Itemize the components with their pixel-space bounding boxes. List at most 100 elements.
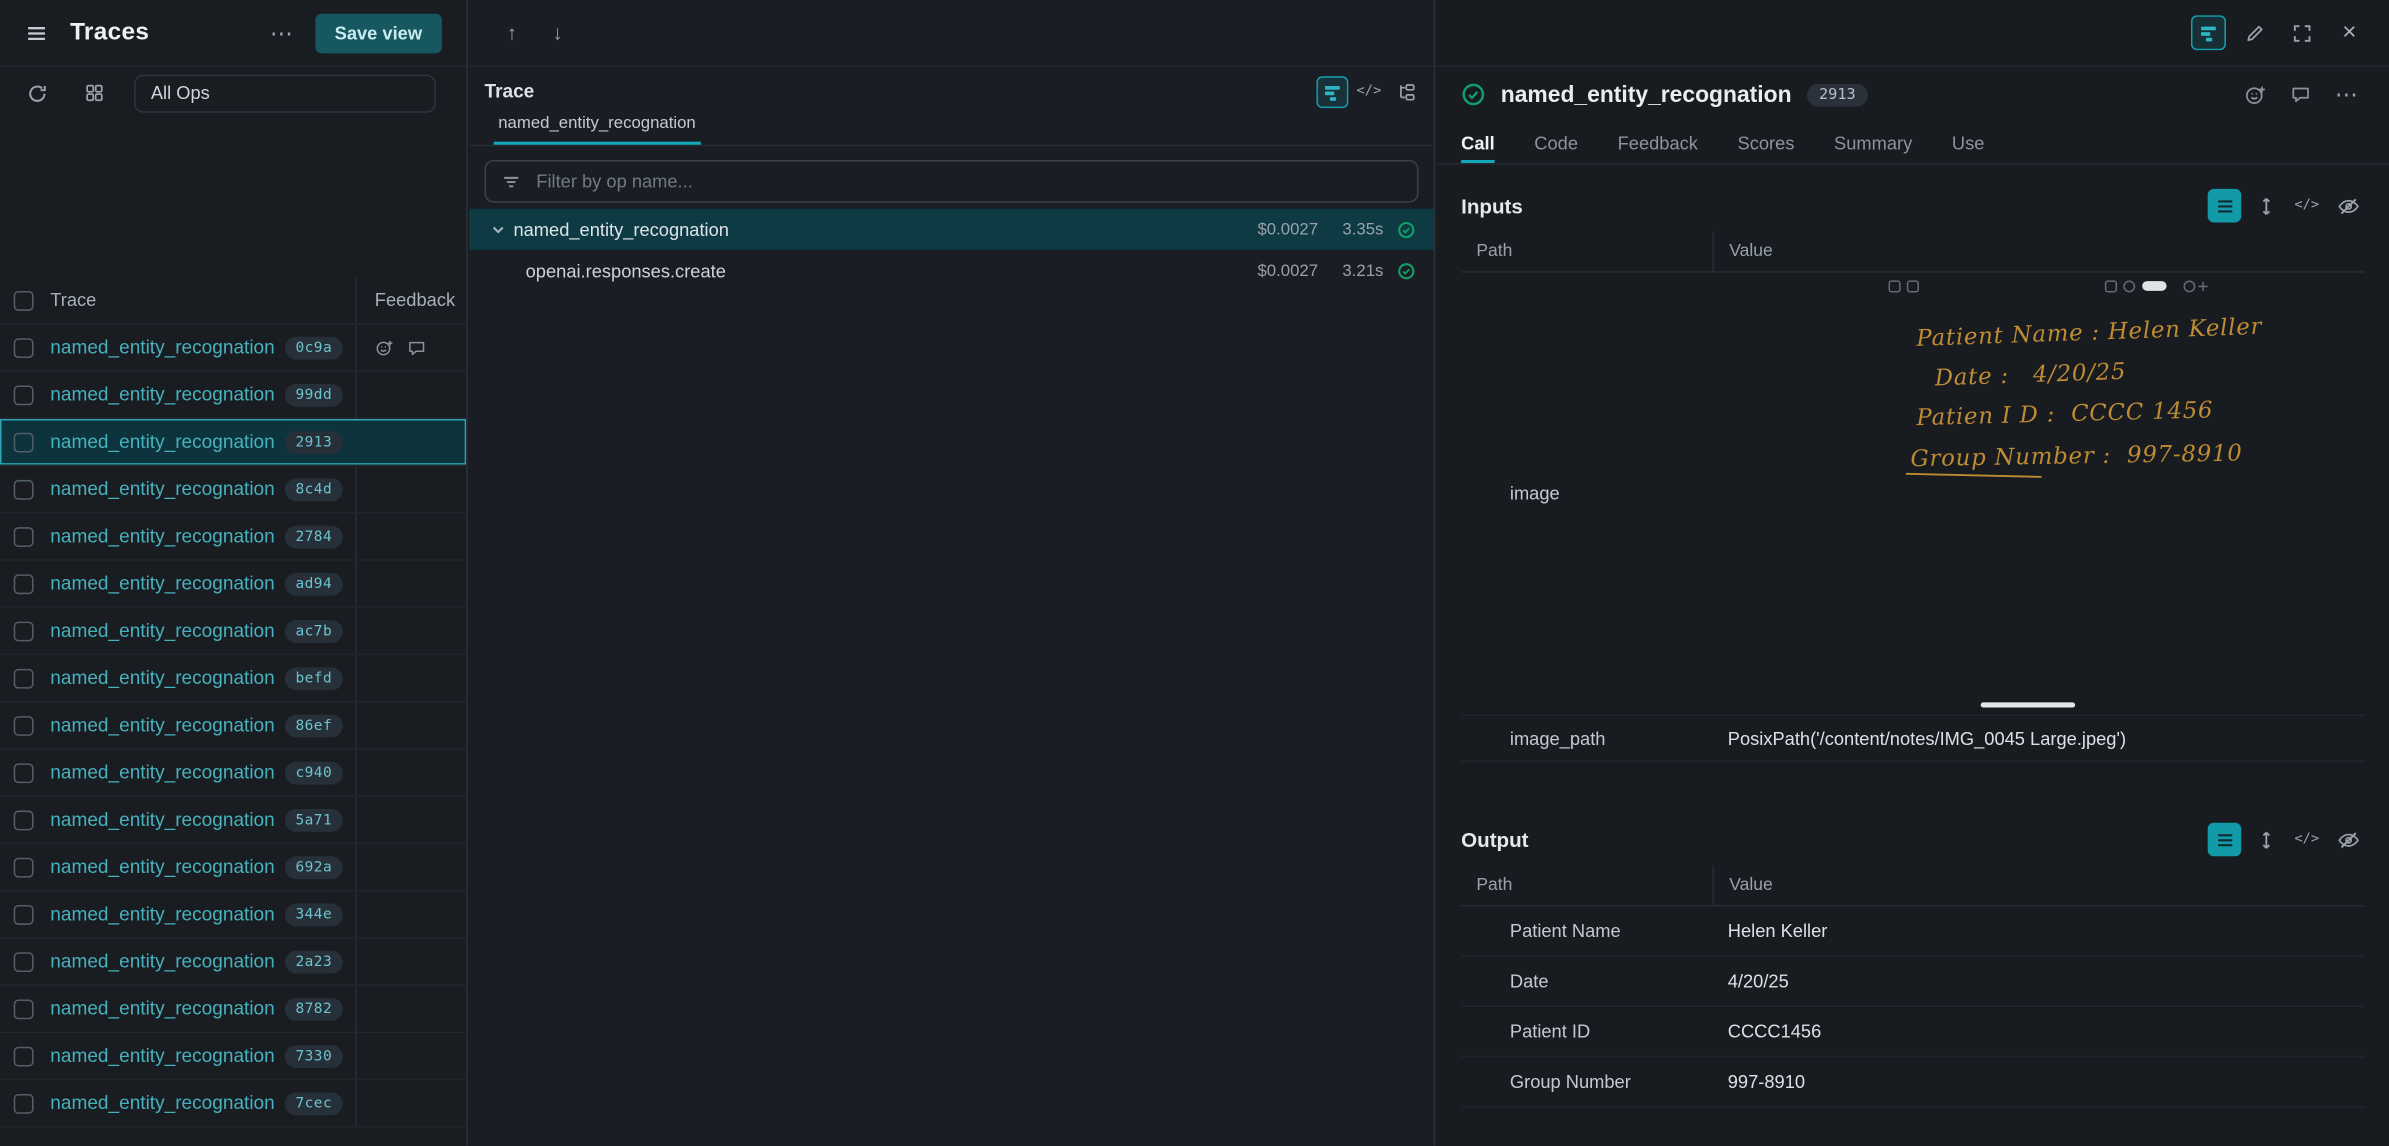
trace-table-row[interactable]: named_entity_recognation5a71 xyxy=(0,797,466,844)
close-panel-button[interactable]: × xyxy=(2331,14,2368,51)
trace-panel-toggle[interactable] xyxy=(2191,15,2226,50)
more-options-button[interactable]: ⋯ xyxy=(263,14,300,51)
tree-op-row[interactable]: openai.responses.create$0.00273.21s xyxy=(469,250,1433,291)
row-checkbox[interactable] xyxy=(14,621,34,641)
hide-values-button[interactable] xyxy=(2331,823,2365,857)
row-checkbox[interactable] xyxy=(14,526,34,546)
ops-filter-select[interactable]: All Ops xyxy=(134,74,436,112)
trace-table-row[interactable]: named_entity_recognation2784 xyxy=(0,513,466,560)
trace-table-row[interactable]: named_entity_recognation692a xyxy=(0,844,466,891)
trace-op-link[interactable]: named_entity_recognation xyxy=(50,1092,274,1113)
dots-icon: ⋯ xyxy=(2335,81,2358,108)
row-checkbox[interactable] xyxy=(14,337,34,357)
trace-tab-active[interactable]: named_entity_recognation xyxy=(494,114,701,144)
page-title: Traces xyxy=(70,19,149,46)
row-checkbox[interactable] xyxy=(14,715,34,735)
list-view-button[interactable] xyxy=(2208,823,2242,857)
fullscreen-button[interactable] xyxy=(2284,14,2321,51)
tab-call[interactable]: Call xyxy=(1461,122,1495,163)
tab-code[interactable]: Code xyxy=(1534,122,1578,163)
op-filter-input[interactable] xyxy=(533,169,1401,193)
tab-feedback[interactable]: Feedback xyxy=(1618,122,1698,163)
trace-op-link[interactable]: named_entity_recognation xyxy=(50,573,274,594)
input-image-cell[interactable]: Patient Name : Helen Keller Date : 4/20/… xyxy=(1713,273,2365,715)
trace-op-link[interactable]: named_entity_recognation xyxy=(50,667,274,688)
row-checkbox[interactable] xyxy=(14,1093,34,1113)
row-checkbox[interactable] xyxy=(14,763,34,783)
trace-table-row[interactable]: named_entity_recognationbefd xyxy=(0,655,466,702)
trace-table-row[interactable]: named_entity_recognation0c9a xyxy=(0,325,466,372)
next-trace-button[interactable]: ↓ xyxy=(539,14,576,51)
trace-table-row[interactable]: named_entity_recognationac7b xyxy=(0,608,466,655)
row-checkbox[interactable] xyxy=(14,857,34,877)
trace-op-link[interactable]: named_entity_recognation xyxy=(50,431,274,452)
trace-op-link[interactable]: named_entity_recognation xyxy=(50,337,274,358)
columns-button[interactable] xyxy=(76,75,113,112)
trace-table-row[interactable]: named_entity_recognation2a23 xyxy=(0,939,466,986)
flame-view-toggle[interactable] xyxy=(1316,75,1348,107)
trace-table-row[interactable]: named_entity_recognation86ef xyxy=(0,702,466,749)
row-checkbox[interactable] xyxy=(14,810,34,830)
trace-op-link[interactable]: named_entity_recognation xyxy=(50,951,274,972)
tree-icon xyxy=(1395,81,1416,102)
trace-table-row[interactable]: named_entity_recognation344e xyxy=(0,891,466,938)
hide-values-button[interactable] xyxy=(2331,189,2365,223)
add-reaction-button[interactable] xyxy=(2237,76,2274,113)
status-icon-wrap xyxy=(1397,261,1415,279)
trace-op-link[interactable]: named_entity_recognation xyxy=(50,620,274,641)
inputs-table-header: Path Value xyxy=(1461,232,2364,273)
row-checkbox[interactable] xyxy=(14,904,34,924)
trace-op-link[interactable]: named_entity_recognation xyxy=(50,478,274,499)
row-checkbox[interactable] xyxy=(14,1046,34,1066)
tab-scores[interactable]: Scores xyxy=(1738,122,1795,163)
trace-op-link[interactable]: named_entity_recognation xyxy=(50,903,274,924)
edit-button[interactable] xyxy=(2237,14,2274,51)
trace-table-row[interactable]: named_entity_recognation99dd xyxy=(0,372,466,419)
trace-op-link[interactable]: named_entity_recognation xyxy=(50,856,274,877)
list-view-button[interactable] xyxy=(2208,189,2242,223)
trace-table-row[interactable]: named_entity_recognation2913 xyxy=(0,419,466,466)
select-all-checkbox[interactable] xyxy=(14,290,34,310)
row-checkbox[interactable] xyxy=(14,999,34,1019)
code-view-toggle[interactable]: </> xyxy=(1353,75,1385,107)
code-view-button[interactable]: </> xyxy=(2290,189,2324,223)
trace-op-link[interactable]: named_entity_recognation xyxy=(50,762,274,783)
fullscreen-icon xyxy=(2291,22,2312,43)
trace-table-row[interactable]: named_entity_recognation8c4d xyxy=(0,466,466,513)
tree-op-row[interactable]: named_entity_recognation$0.00273.35s xyxy=(469,209,1433,250)
tree-view-toggle[interactable] xyxy=(1390,75,1422,107)
refresh-button[interactable] xyxy=(18,75,55,112)
expand-rows-button[interactable] xyxy=(2249,823,2283,857)
tab-summary[interactable]: Summary xyxy=(1834,122,1912,163)
tab-use[interactable]: Use xyxy=(1952,122,1985,163)
comment-button[interactable] xyxy=(2282,76,2319,113)
row-checkbox[interactable] xyxy=(14,951,34,971)
trace-op-link[interactable]: named_entity_recognation xyxy=(50,1045,274,1066)
chevron-toggle[interactable] xyxy=(491,222,506,237)
row-checkbox[interactable] xyxy=(14,479,34,499)
trace-op-link[interactable]: named_entity_recognation xyxy=(50,809,274,830)
trace-table-row[interactable]: named_entity_recognation7cec xyxy=(0,1080,466,1127)
trace-table-row[interactable]: named_entity_recognation7330 xyxy=(0,1033,466,1080)
code-view-button[interactable]: </> xyxy=(2290,823,2324,857)
trace-op-link[interactable]: named_entity_recognation xyxy=(50,715,274,736)
prev-trace-button[interactable]: ↑ xyxy=(494,14,531,51)
trace-op-link[interactable]: named_entity_recognation xyxy=(50,526,274,547)
trace-table-row[interactable]: named_entity_recognationc940 xyxy=(0,750,466,797)
row-checkbox[interactable] xyxy=(14,385,34,405)
row-checkbox[interactable] xyxy=(14,432,34,452)
menu-toggle[interactable] xyxy=(18,14,55,51)
save-view-button[interactable]: Save view xyxy=(315,13,442,53)
trace-table-row[interactable]: named_entity_recognationad94 xyxy=(0,561,466,608)
row-checkbox[interactable] xyxy=(14,668,34,688)
trace-op-link[interactable]: named_entity_recognation xyxy=(50,384,274,405)
expand-rows-button[interactable] xyxy=(2249,189,2283,223)
row-checkbox[interactable] xyxy=(14,574,34,594)
tree-op-label[interactable]: openai.responses.create xyxy=(526,260,726,281)
trace-op-link[interactable]: named_entity_recognation xyxy=(50,998,274,1019)
trace-tree-panel: ↑ ↓ Trace </> named_entity_recognation n… xyxy=(469,0,1435,1146)
trace-table-row[interactable]: named_entity_recognation8782 xyxy=(0,986,466,1033)
output-row: Date4/20/25 xyxy=(1461,957,2364,1007)
call-more-options[interactable]: ⋯ xyxy=(2328,76,2365,113)
tree-op-label[interactable]: named_entity_recognation xyxy=(513,219,728,240)
